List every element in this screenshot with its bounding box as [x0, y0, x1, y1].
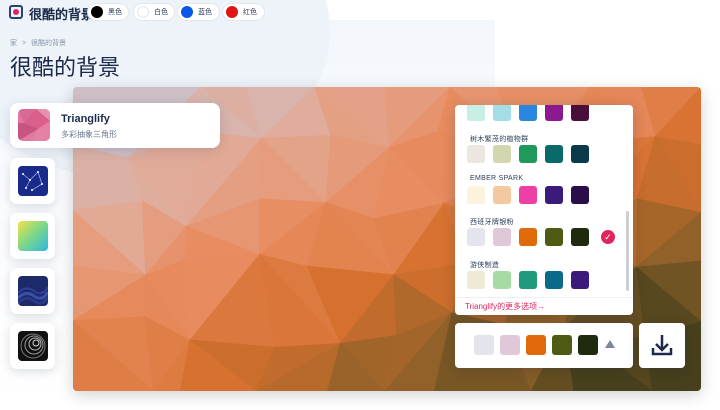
waves-thumb-icon — [18, 276, 48, 306]
color-label: 黑色 — [108, 9, 122, 16]
color-dot — [181, 6, 193, 18]
swatch — [493, 228, 511, 246]
swatch — [519, 186, 537, 204]
swatch — [545, 105, 563, 121]
swatch — [545, 145, 563, 163]
color-label: 蓝色 — [198, 9, 212, 16]
top-bar: 很酷的背景 黑色 白色 蓝色 红色 — [0, 0, 720, 24]
swatch — [571, 145, 589, 163]
triangle-up-icon[interactable] — [605, 340, 615, 348]
generator-option-constellation[interactable] — [10, 158, 55, 204]
palette-panel[interactable]: 树木繁茂的植物群 EMBER SPARK 西班牙牌银粉 ✓ 游侠制造 Trian… — [455, 105, 633, 315]
swatch — [493, 105, 511, 121]
swatch — [467, 186, 485, 204]
palette-name: 树木繁茂的植物群 — [470, 136, 529, 143]
swatch — [545, 186, 563, 204]
swatch — [467, 105, 485, 121]
check-icon: ✓ — [601, 230, 615, 244]
download-button[interactable] — [639, 323, 685, 368]
gradient-thumb-icon — [18, 221, 48, 251]
swatch — [571, 228, 589, 246]
current-swatch — [578, 335, 598, 355]
swatch — [519, 228, 537, 246]
color-label: 红色 — [243, 9, 257, 16]
swatch — [493, 186, 511, 204]
download-icon — [651, 335, 673, 356]
swatch — [519, 271, 537, 289]
swatch — [571, 186, 589, 204]
palette-scrollbar[interactable] — [626, 211, 629, 291]
swatch — [467, 271, 485, 289]
page-title: 很酷的背景 — [10, 55, 121, 80]
color-option-red[interactable]: 红色 — [222, 3, 265, 21]
color-dot — [226, 6, 238, 18]
swatch — [545, 271, 563, 289]
color-dot — [137, 6, 149, 18]
generator-option-waves[interactable] — [10, 268, 55, 314]
current-palette-bar[interactable] — [455, 323, 633, 368]
swatch — [519, 105, 537, 121]
swatch — [493, 271, 511, 289]
divider — [455, 297, 633, 298]
palette-name: 游侠制造 — [470, 262, 500, 269]
swatch — [571, 271, 589, 289]
breadcrumb-separator: > — [21, 40, 27, 47]
current-swatch — [500, 335, 520, 355]
current-swatch — [526, 335, 546, 355]
generator-option-gradient[interactable] — [10, 213, 55, 259]
breadcrumb-current[interactable]: 很酷的背景 — [31, 40, 66, 47]
breadcrumb: 家 > 很酷的背景 — [10, 38, 69, 48]
palette-name: 西班牙牌银粉 — [470, 219, 514, 226]
breadcrumb-home[interactable]: 家 — [10, 40, 17, 47]
swatch — [571, 105, 589, 121]
color-dot — [91, 6, 103, 18]
color-option-black[interactable]: 黑色 — [87, 3, 129, 21]
generator-description: 多彩抽象三角形 — [61, 130, 117, 139]
logo-icon[interactable] — [9, 5, 23, 19]
brand-title[interactable]: 很酷的背景 — [29, 4, 94, 23]
swirl-thumb-icon — [18, 331, 48, 361]
current-swatch — [552, 335, 572, 355]
palette-name: EMBER SPARK — [470, 175, 524, 182]
generator-name: Trianglify — [61, 113, 110, 125]
color-label: 白色 — [154, 9, 168, 16]
constellation-thumb-icon — [18, 166, 48, 196]
more-options-link[interactable]: Trianglify的更多选项→ — [465, 301, 545, 312]
color-option-white[interactable]: 白色 — [133, 3, 175, 21]
swatch — [467, 145, 485, 163]
swatch — [519, 145, 537, 163]
swatch — [545, 228, 563, 246]
generator-option-swirl[interactable] — [10, 323, 55, 369]
current-swatch — [474, 335, 494, 355]
generator-selected-card[interactable]: Trianglify 多彩抽象三角形 — [10, 103, 220, 148]
swatch — [467, 228, 485, 246]
color-option-blue[interactable]: 蓝色 — [177, 3, 220, 21]
trianglify-thumb-icon — [18, 109, 50, 141]
swatch — [493, 145, 511, 163]
